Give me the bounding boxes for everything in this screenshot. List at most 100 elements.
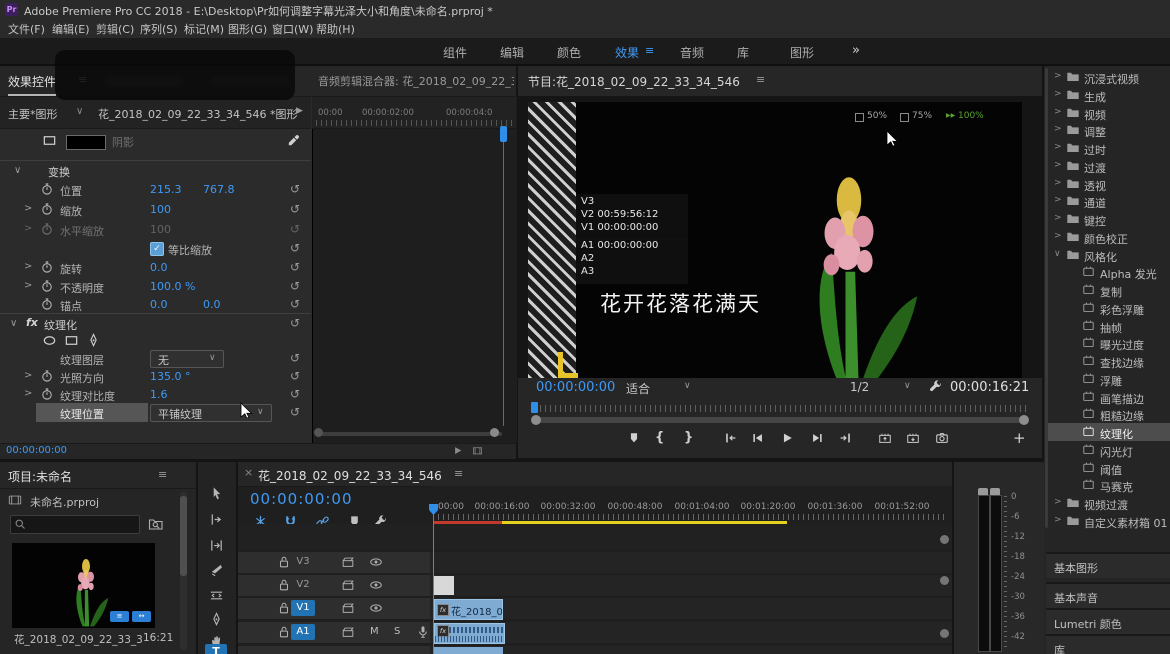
type-tool[interactable]: T bbox=[205, 644, 227, 654]
reset-param-icon[interactable]: ↺ bbox=[290, 279, 300, 293]
twirl-right-icon[interactable]: > bbox=[24, 261, 32, 272]
menu-help[interactable]: 帮助(H) bbox=[316, 21, 355, 37]
voiceover-record-icon[interactable] bbox=[416, 625, 430, 639]
docked-panel-tab-libraries[interactable]: 库 bbox=[1046, 634, 1170, 654]
master-clip-label[interactable]: 主要*图形 bbox=[8, 106, 58, 122]
slip-tool[interactable] bbox=[209, 588, 224, 603]
stopwatch-icon[interactable] bbox=[40, 260, 54, 274]
reset-param-icon[interactable]: ↺ bbox=[290, 387, 300, 401]
mark-out-button[interactable]: } bbox=[684, 430, 693, 445]
track-output-toggle-icon[interactable] bbox=[369, 578, 383, 592]
effect-item-抽帧[interactable]: 抽帧 bbox=[1048, 317, 1170, 335]
monitor-scrollbar-knob[interactable] bbox=[531, 415, 541, 425]
docked-panel-tab-essential-sound[interactable]: 基本声音 bbox=[1046, 582, 1170, 608]
menu-markers[interactable]: 标记(M) bbox=[184, 21, 224, 37]
param-value[interactable]: 0.0 bbox=[150, 298, 168, 311]
twirl-right-icon[interactable]: > bbox=[1054, 515, 1062, 525]
timeline-playhead-line[interactable] bbox=[433, 514, 434, 654]
twirl-down-icon[interactable]: ∨ bbox=[1054, 249, 1061, 259]
effects-folder-键控[interactable]: >键控 bbox=[1048, 210, 1170, 228]
docked-panel-tab-lumetri-color[interactable]: Lumetri 颜色 bbox=[1046, 608, 1170, 634]
audio-clip-a2-partial[interactable] bbox=[434, 647, 503, 654]
effects-folder-通道[interactable]: >通道 bbox=[1048, 192, 1170, 210]
subtitle-text[interactable]: 花开花落花满天 bbox=[600, 288, 761, 318]
stopwatch-icon[interactable] bbox=[40, 387, 54, 401]
track-lane-A2[interactable] bbox=[430, 646, 952, 654]
track-lock-icon[interactable] bbox=[277, 578, 291, 592]
clip-thumbnail[interactable]: ≡↔ bbox=[12, 543, 155, 628]
menu-sequence[interactable]: 序列(S) bbox=[140, 21, 178, 37]
menu-file[interactable]: 文件(F) bbox=[8, 21, 45, 37]
param-value[interactable]: 100 bbox=[150, 203, 171, 216]
effects-folder-视频过渡[interactable]: >视频过渡 bbox=[1048, 494, 1170, 512]
effects-folder-过时[interactable]: >过时 bbox=[1048, 139, 1170, 157]
twirl-right-icon[interactable]: > bbox=[1054, 107, 1062, 117]
docked-panel-tab-essential-graphics[interactable]: 基本图形 bbox=[1046, 552, 1170, 578]
clip-name-caption[interactable]: 花_2018_02_09_22_33_3 bbox=[14, 632, 143, 647]
razor-tool[interactable] bbox=[209, 563, 224, 578]
reset-param-icon[interactable]: ↺ bbox=[290, 241, 300, 255]
twirl-down-icon[interactable]: ∨ bbox=[14, 165, 21, 176]
effects-folder-沉浸式视频[interactable]: >沉浸式视频 bbox=[1048, 68, 1170, 86]
effects-folder-调整[interactable]: >调整 bbox=[1048, 121, 1170, 139]
stopwatch-icon[interactable] bbox=[40, 202, 54, 216]
effects-folder-生成[interactable]: >生成 bbox=[1048, 86, 1170, 104]
effects-folder-自定义素材箱 01[interactable]: >自定义素材箱 01 bbox=[1048, 512, 1170, 530]
create-rect-mask-icon[interactable] bbox=[64, 333, 79, 348]
keyframe-pane[interactable] bbox=[312, 97, 517, 443]
track-sync-lock-icon[interactable] bbox=[341, 601, 355, 615]
monitor-scrollbar-knob[interactable] bbox=[1019, 415, 1029, 425]
track-solo-button[interactable]: S bbox=[394, 626, 400, 637]
workspace-tab-libraries[interactable]: 库 bbox=[737, 44, 749, 61]
param-value[interactable]: 215.3 bbox=[150, 183, 182, 196]
lift-button[interactable] bbox=[878, 431, 892, 445]
reset-param-icon[interactable]: ↺ bbox=[290, 260, 300, 274]
track-output-toggle-icon[interactable] bbox=[369, 601, 383, 615]
effects-folder-颜色校正[interactable]: >颜色校正 bbox=[1048, 228, 1170, 246]
button-editor-button[interactable]: + bbox=[1013, 429, 1026, 447]
fit-dropdown[interactable]: 适合∨ bbox=[622, 378, 698, 395]
clip-name-label[interactable]: 花_2018_02_09_22_33_34_546 *图形 bbox=[98, 106, 297, 122]
track-target-badge-A1[interactable]: A1 bbox=[291, 624, 315, 640]
workspace-tab-assembly[interactable]: 组件 bbox=[443, 44, 467, 61]
track-select-forward-tool[interactable] bbox=[209, 512, 224, 527]
keyframe-pane-scrollbar-knob[interactable] bbox=[314, 428, 323, 437]
stopwatch-icon[interactable] bbox=[40, 369, 54, 383]
param-value[interactable]: 0.0 bbox=[150, 261, 168, 274]
effect-item-查找边缘[interactable]: 查找边缘 bbox=[1048, 352, 1170, 370]
eyedropper-icon[interactable] bbox=[286, 133, 301, 148]
track-sync-lock-icon[interactable] bbox=[341, 578, 355, 592]
timeline-current-timecode[interactable]: 00:00:00:00 bbox=[250, 490, 353, 508]
find-in-bin-icon[interactable] bbox=[148, 516, 164, 532]
track-lane-V1[interactable] bbox=[430, 598, 952, 619]
shadow-color-swatch[interactable] bbox=[66, 135, 106, 150]
ripple-edit-tool[interactable] bbox=[209, 538, 224, 553]
keyframe-pane-scrollbar-knob[interactable] bbox=[490, 428, 499, 437]
twirl-right-icon[interactable]: > bbox=[1054, 71, 1062, 81]
track-mute-button[interactable]: M bbox=[370, 626, 379, 637]
effect-item-粗糙边缘[interactable]: 粗糙边缘 bbox=[1048, 405, 1170, 423]
effect-controls-timecode[interactable]: 00:00:00:00 bbox=[6, 445, 67, 456]
timeline-scrollbar-knob[interactable] bbox=[940, 629, 949, 638]
add-marker-button[interactable] bbox=[627, 431, 641, 445]
twirl-right-icon[interactable]: > bbox=[1054, 124, 1062, 134]
fill-type-icon[interactable] bbox=[42, 133, 57, 148]
effect-item-纹理化[interactable]: 纹理化 bbox=[1048, 423, 1170, 441]
twirl-right-icon[interactable]: > bbox=[1054, 89, 1062, 99]
effects-folder-透视[interactable]: >透视 bbox=[1048, 175, 1170, 193]
timeline-panel-menu-icon[interactable]: ≡ bbox=[454, 467, 463, 480]
twirl-right-icon[interactable]: > bbox=[1054, 497, 1062, 507]
graphic-clip-selected[interactable] bbox=[434, 576, 454, 595]
play-button[interactable] bbox=[780, 431, 794, 445]
export-frame-button[interactable] bbox=[935, 431, 949, 445]
effect-item-彩色浮雕[interactable]: 彩色浮雕 bbox=[1048, 299, 1170, 317]
reset-param-icon[interactable]: ↺ bbox=[290, 369, 300, 383]
twirl-right-icon[interactable]: > bbox=[1054, 213, 1062, 223]
tab-effect-controls[interactable]: 效果控件 bbox=[8, 73, 56, 96]
twirl-right-icon[interactable]: > bbox=[24, 370, 32, 381]
stopwatch-icon[interactable] bbox=[40, 297, 54, 311]
keyframe-playhead-line[interactable] bbox=[503, 142, 504, 426]
close-tab-icon[interactable]: × bbox=[244, 466, 253, 479]
reset-param-icon[interactable]: ↺ bbox=[290, 405, 300, 419]
param-value[interactable]: 0.0 bbox=[203, 298, 221, 311]
